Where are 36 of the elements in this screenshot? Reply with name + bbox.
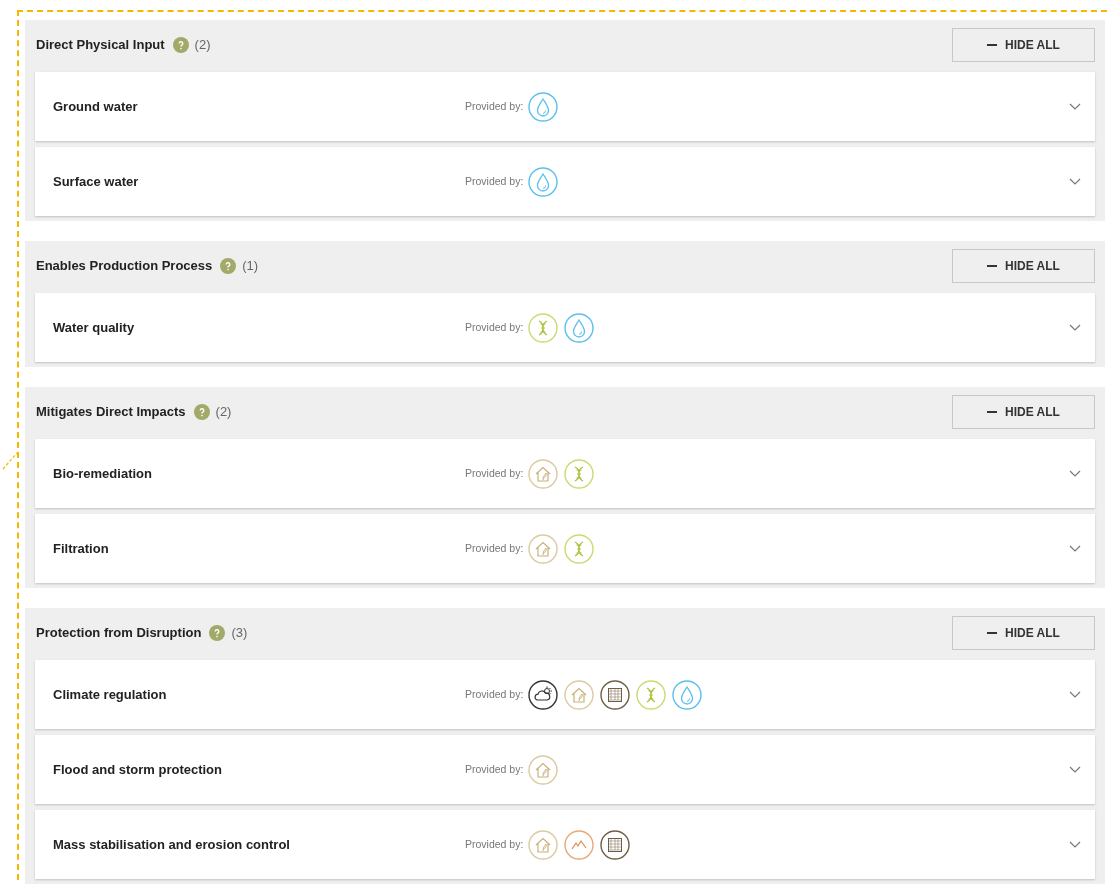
service-name: Ground water bbox=[53, 97, 139, 116]
item-count: (1) bbox=[242, 257, 259, 276]
service-name: Flood and storm protection bbox=[53, 760, 223, 779]
service-row[interactable]: Ground water Provided by: bbox=[35, 72, 1095, 141]
hide-all-button[interactable]: HIDE ALL bbox=[952, 616, 1095, 650]
service-name: Filtration bbox=[53, 539, 110, 558]
provided-by-label: Provided by: bbox=[465, 465, 524, 481]
service-name: Climate regulation bbox=[53, 685, 168, 704]
service-row[interactable]: Filtration Provided by: bbox=[35, 514, 1095, 583]
provided-by-label: Provided by: bbox=[465, 761, 524, 777]
provided-by-label: Provided by: bbox=[465, 173, 524, 189]
item-count: (2) bbox=[215, 403, 232, 422]
provided-by-label: Provided by: bbox=[465, 319, 524, 335]
service-name: Mass stabilisation and erosion control bbox=[53, 835, 291, 854]
service-name: Bio-remediation bbox=[53, 464, 153, 483]
service-name: Surface water bbox=[53, 172, 140, 191]
service-row[interactable]: Mass stabilisation and erosion control Provided by: bbox=[35, 810, 1095, 879]
provided-by-label: Provided by: bbox=[465, 686, 524, 702]
provided-by-label: Provided by: bbox=[465, 836, 524, 852]
provided-by-label: Provided by: bbox=[465, 98, 524, 114]
section-title: Protection from Disruption bbox=[36, 624, 202, 643]
section-title: Enables Production Process bbox=[36, 257, 213, 276]
item-count: (3) bbox=[231, 624, 248, 643]
service-row[interactable]: Surface water Provided by: bbox=[35, 147, 1095, 216]
service-row[interactable]: Flood and storm protection Provided by: bbox=[35, 735, 1095, 804]
section-title: Mitigates Direct Impacts bbox=[36, 403, 186, 422]
item-count: (2) bbox=[194, 36, 211, 55]
hide-all-button[interactable]: HIDE ALL bbox=[952, 395, 1095, 429]
service-name: Water quality bbox=[53, 318, 136, 337]
hide-all-button[interactable]: HIDE ALL bbox=[952, 249, 1095, 283]
provided-by-label: Provided by: bbox=[465, 540, 524, 556]
service-row[interactable]: Bio-remediation Provided by: bbox=[35, 439, 1095, 508]
hide-all-button[interactable]: HIDE ALL bbox=[952, 28, 1095, 62]
service-row[interactable]: Climate regulation Provided by: bbox=[35, 660, 1095, 729]
section-title: Direct Physical Input bbox=[36, 36, 165, 55]
service-row[interactable]: Water quality Provided by: bbox=[35, 293, 1095, 362]
